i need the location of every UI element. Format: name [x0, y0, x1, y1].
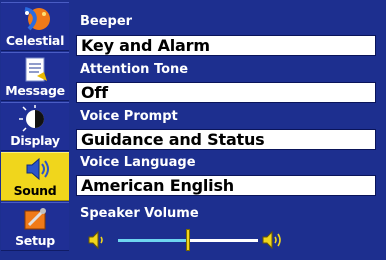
speaker-volume-label: Speaker Volume [80, 206, 199, 221]
beeper-label: Beeper [80, 14, 133, 29]
voice-prompt-value: Guidance and Status [81, 130, 265, 149]
speaker-high-icon [260, 228, 286, 252]
tab-display-label: Display [10, 133, 60, 148]
tab-message-label: Message [5, 83, 65, 98]
attention-tone-label: Attention Tone [80, 62, 189, 77]
tab-celestial-label: Celestial [5, 33, 65, 48]
tab-sound[interactable]: Sound [1, 152, 69, 201]
tab-setup-label: Setup [15, 233, 55, 248]
display-icon [17, 105, 53, 133]
voice-language-field[interactable]: American English [76, 175, 376, 196]
beeper-field[interactable]: Key and Alarm [76, 35, 376, 56]
tab-display[interactable]: Display [1, 102, 69, 151]
volume-fill [118, 239, 188, 242]
tab-setup[interactable]: Setup [1, 202, 69, 251]
speaker-volume-slider[interactable] [80, 226, 380, 256]
attention-tone-value: Off [81, 83, 108, 102]
speaker-low-icon [84, 228, 110, 252]
tab-celestial[interactable]: Celestial [1, 2, 69, 51]
settings-panel: Beeper Key and Alarm Attention Tone Off … [72, 0, 386, 260]
settings-tab-column: Celestial Message Display Sound Setup [0, 0, 70, 260]
attention-tone-field[interactable]: Off [76, 82, 376, 103]
sound-icon [17, 155, 53, 183]
beeper-value: Key and Alarm [81, 36, 210, 55]
setup-icon [17, 205, 53, 233]
celestial-icon [17, 5, 53, 33]
tab-sound-label: Sound [13, 183, 57, 198]
voice-prompt-field[interactable]: Guidance and Status [76, 129, 376, 150]
voice-language-label: Voice Language [80, 155, 196, 170]
voice-language-value: American English [81, 176, 234, 195]
message-icon [17, 55, 53, 83]
sound-settings-screen: Celestial Message Display Sound Setup Be… [0, 0, 386, 260]
voice-prompt-label: Voice Prompt [80, 109, 178, 124]
volume-thumb[interactable] [186, 229, 190, 251]
tab-message[interactable]: Message [1, 52, 69, 101]
